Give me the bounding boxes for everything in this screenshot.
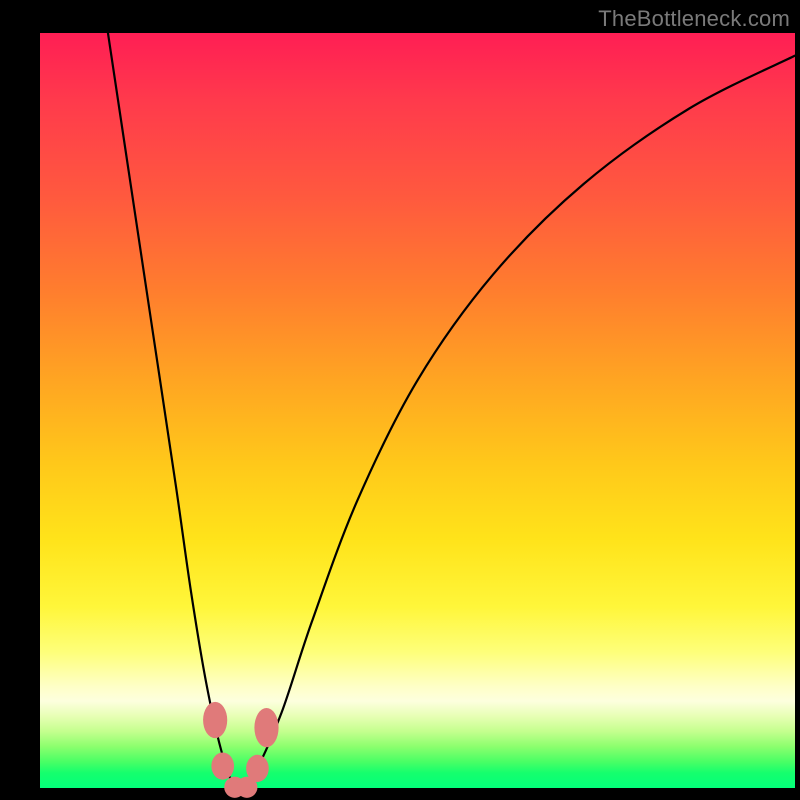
watermark-label: TheBottleneck.com xyxy=(598,6,790,32)
curve-marker xyxy=(203,702,227,738)
curve-marker xyxy=(254,708,278,747)
chart-container: TheBottleneck.com xyxy=(0,0,800,800)
curve-marker xyxy=(211,753,234,780)
curve-layer xyxy=(40,33,795,788)
plot-area xyxy=(40,33,795,788)
bottleneck-curve xyxy=(108,33,795,791)
curve-marker xyxy=(246,755,269,782)
